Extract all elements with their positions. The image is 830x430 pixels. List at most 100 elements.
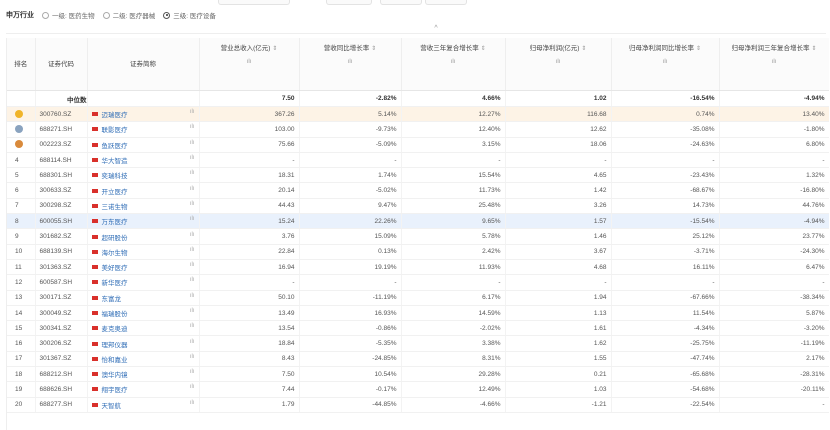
radio-icon[interactable]: [42, 11, 49, 19]
sort-icon[interactable]: ⇕: [481, 46, 486, 52]
table-row[interactable]: 20 688277.SH 天智航 ılı 1.79 -44.85% -4.66% -1.21-…: [7, 397, 829, 413]
table-row[interactable]: 300760.SZ 迈瑞医疗 ılı 367.26 5.14% 12.27% 116.68 0…: [7, 106, 829, 123]
sort-icon[interactable]: ⇕: [371, 46, 376, 52]
mini-chart-icon[interactable]: ılı: [190, 124, 195, 130]
code-cell: 688139.SH: [35, 244, 88, 260]
mini-chart-icon[interactable]: ılı: [190, 170, 195, 176]
mini-chart-icon[interactable]: ılı: [190, 262, 195, 268]
stock-name-link[interactable]: 开立医疗: [102, 189, 128, 196]
sort-icon[interactable]: ⇕: [581, 46, 586, 52]
mini-chart-icon[interactable]: ılı: [190, 293, 195, 299]
bar-chart-icon[interactable]: ılı: [246, 59, 253, 65]
header-profit-cagr[interactable]: 归母净利润三年复合增长率 ⇕ ılı: [719, 38, 829, 91]
revenue-cell: -: [199, 274, 300, 291]
stock-name-link[interactable]: 翔宇医疗: [102, 387, 128, 394]
table-row[interactable]: 18 688212.SH 澳华内镜 ılı 7.50 10.54% 29.28% 0.21 -6…: [7, 366, 829, 383]
radio-icon[interactable]: [102, 11, 110, 19]
table-row[interactable]: 17 301367.SZ 怡和嘉业 ılı 8.43 -24.85% 8.31% 1.55 -4…: [7, 351, 829, 368]
radio-selected-icon[interactable]: [163, 11, 171, 19]
table-row[interactable]: 7 300298.SZ 三诺生物 ılı 44.43 9.47% 25.48% 3.26 14.…: [7, 198, 829, 215]
mini-chart-icon[interactable]: ılı: [190, 216, 195, 222]
table-row[interactable]: 10 688139.SH 海尔生物 ılı 22.84 0.13% 2.42% 3.67 -3.…: [7, 244, 829, 260]
header-rev-cagr[interactable]: 营收三年复合增长率 ⇕ ılı: [401, 38, 506, 91]
stock-name-link[interactable]: 鱼跃医疗: [102, 143, 128, 150]
header-profit[interactable]: 归母净利润(亿元) ⇕ ılı: [505, 38, 612, 91]
profit-cell: 0.21: [505, 366, 612, 383]
mini-chart-icon[interactable]: ılı: [190, 369, 195, 375]
mini-chart-icon[interactable]: ılı: [190, 155, 195, 161]
stock-name-link[interactable]: 迈瑞医疗: [102, 112, 128, 119]
table-row[interactable]: 12 600587.SH 新华医疗 ılı - - - - - -: [7, 274, 829, 291]
revenue-cell: 13.49: [199, 305, 300, 322]
table-row[interactable]: 688271.SH 联影医疗 ılı 103.00 -9.73% 12.40% 12.62-…: [7, 121, 829, 138]
sort-icon[interactable]: ⇕: [272, 46, 277, 52]
bar-chart-icon[interactable]: ılı: [450, 59, 457, 65]
table-row[interactable]: 6 300633.SZ 开立医疗 ılı 20.14 -5.02% 11.73% 1.42 -6…: [7, 182, 829, 199]
profit-cagr-cell: 44.76%: [719, 198, 829, 215]
mini-chart-icon[interactable]: ılı: [190, 201, 195, 207]
mini-chart-icon[interactable]: ılı: [190, 277, 195, 283]
header-rev-yoy[interactable]: 营收同比增长率 ⇕ ılı: [299, 38, 402, 91]
mini-chart-icon[interactable]: ılı: [190, 140, 195, 146]
table-row[interactable]: 19 688626.SH 翔宇医疗 ılı 7.44 -0.17% 12.49% 1.03 -5…: [7, 381, 829, 398]
stock-name-link[interactable]: 三诺生物: [102, 204, 128, 211]
table-row[interactable]: 14 300049.SZ 福瑞股份 ılı 13.49 16.93% 14.59% 1.13 1…: [7, 305, 829, 322]
stock-name-link[interactable]: 新华医疗: [102, 280, 128, 287]
stock-name-link[interactable]: 福瑞股份: [102, 311, 128, 318]
mini-chart-icon[interactable]: ılı: [190, 384, 195, 390]
table-row[interactable]: 4 688114.SH 华大智造 ılı - - - - - -: [7, 152, 829, 169]
mini-chart-icon[interactable]: ılı: [190, 232, 195, 238]
mini-chart-icon[interactable]: ılı: [190, 354, 195, 360]
sort-icon[interactable]: ⇕: [696, 46, 701, 52]
profit-cell: 4.68: [505, 259, 612, 276]
header-profit-yoy[interactable]: 归母净利润同比增长率 ⇕ ılı: [611, 38, 720, 91]
table-row[interactable]: 16 300206.SZ 理邦仪器 ılı 18.84 -5.35% 3.38% 1.62 -2…: [7, 335, 829, 352]
stock-name-link[interactable]: 东富龙: [102, 296, 122, 303]
stock-name-link[interactable]: 澳华内镜: [102, 372, 128, 379]
table-row[interactable]: 9 301682.SZ 超研股份 ılı 3.76 15.09% 5.78% 1.46 25.1…: [7, 228, 829, 245]
mini-chart-icon[interactable]: ılı: [190, 308, 195, 314]
stock-name-link[interactable]: 奕瑞科技: [102, 173, 128, 180]
radio-level-3[interactable]: 三级: 医疗设备: [163, 10, 216, 20]
mini-chart-icon[interactable]: ılı: [190, 400, 195, 406]
stock-name-link[interactable]: 海尔生物: [102, 250, 128, 257]
name-cell: 福瑞股份 ılı: [87, 305, 200, 322]
header-revenue[interactable]: 营业总收入(亿元) ⇕ ılı: [199, 38, 300, 91]
rev-yoy-cell: -: [299, 152, 402, 169]
mini-chart-icon[interactable]: ılı: [190, 339, 195, 345]
stock-name-link[interactable]: 理邦仪器: [102, 342, 128, 349]
mini-chart-icon[interactable]: ılı: [190, 186, 195, 192]
stock-name-link[interactable]: 麦克奥迪: [102, 326, 128, 333]
bar-chart-icon[interactable]: ılı: [555, 59, 562, 65]
rank-cell: 16: [7, 335, 36, 352]
stock-name-link[interactable]: 联影医疗: [102, 127, 128, 134]
table-row[interactable]: 11 301363.SZ 美好医疗 ılı 16.94 19.19% 11.93% 4.68 1…: [7, 259, 829, 276]
stock-name-link[interactable]: 天智航: [102, 403, 122, 410]
bar-chart-icon[interactable]: ılı: [662, 59, 669, 65]
revenue-cell: 15.24: [199, 213, 300, 230]
sort-icon[interactable]: ⇕: [811, 46, 816, 52]
median-revenue: 7.50: [199, 90, 300, 107]
table-row[interactable]: 13 300171.SZ 东富龙 ılı 50.10 -11.19% 6.17% 1.94 -6…: [7, 290, 829, 306]
bar-chart-icon[interactable]: ılı: [771, 59, 778, 65]
mini-chart-icon[interactable]: ılı: [190, 323, 195, 329]
mini-chart-icon[interactable]: ılı: [190, 247, 195, 253]
table-row[interactable]: 5 688301.SH 奕瑞科技 ılı 18.31 1.74% 15.54% 4.65 -23…: [7, 167, 829, 184]
stock-name-link[interactable]: 超研股份: [102, 235, 128, 242]
radio-level-1[interactable]: 一级: 医药生物: [42, 10, 95, 20]
stock-name-link[interactable]: 美好医疗: [102, 265, 128, 272]
toolbar-tab[interactable]: [326, 0, 372, 5]
toolbar-tab[interactable]: [425, 0, 467, 5]
toolbar-tab[interactable]: [218, 0, 290, 5]
bar-chart-icon[interactable]: ılı: [347, 59, 354, 65]
collapse-chevron-up-icon[interactable]: ^: [429, 24, 443, 33]
toolbar-tab[interactable]: [380, 0, 422, 5]
table-row[interactable]: 15 300341.SZ 麦克奥迪 ılı 13.54 -0.86% -2.02% 1.61-…: [7, 320, 829, 337]
stock-name-link[interactable]: 怡和嘉业: [102, 357, 128, 364]
stock-name-link[interactable]: 华大智造: [102, 158, 128, 165]
radio-level-2[interactable]: 二级: 医疗器械: [102, 10, 155, 20]
mini-chart-icon[interactable]: ılı: [190, 109, 195, 115]
table-row[interactable]: 002223.SZ 鱼跃医疗 ılı 75.66 -5.09% 3.15% 18.06 -24…: [7, 137, 829, 153]
table-row[interactable]: 8 600055.SH 万东医疗 ılı 15.24 22.26% 9.65% 1.57 -15…: [7, 213, 829, 230]
stock-name-link[interactable]: 万东医疗: [102, 219, 128, 226]
